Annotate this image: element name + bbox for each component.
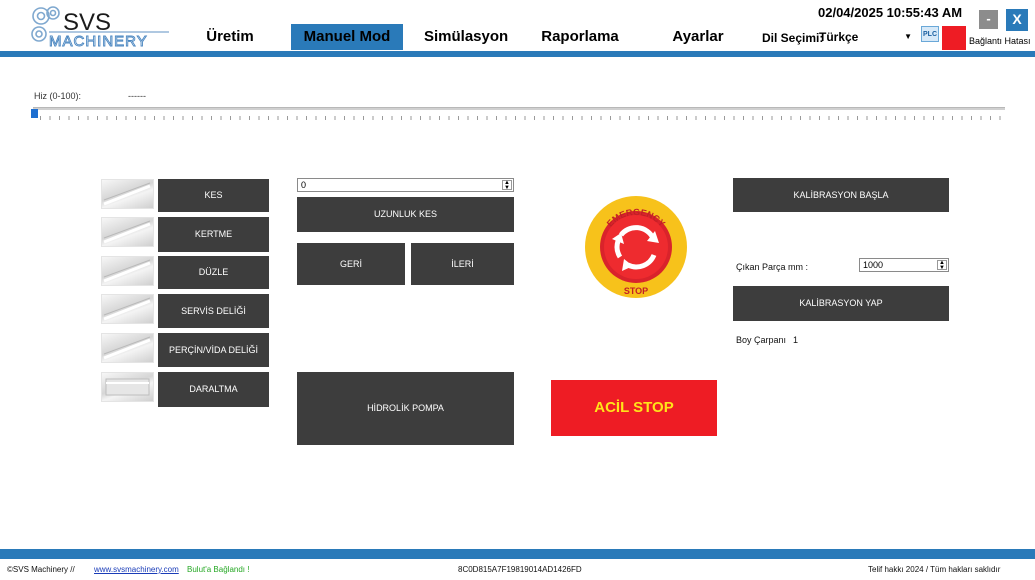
profile-icon xyxy=(101,333,154,363)
daraltma-button[interactable]: DARALTMA xyxy=(158,372,269,407)
profile-icon xyxy=(101,256,154,286)
profile-icon xyxy=(101,294,154,324)
tab-simulasyon[interactable]: Simülasyon xyxy=(424,24,508,50)
footer-company: ©SVS Machinery // xyxy=(7,565,75,574)
profile-icon xyxy=(101,372,154,402)
device-id: 8C0D815A7F19819014AD1426FD xyxy=(458,565,582,574)
tab-uretim[interactable]: Üretim xyxy=(205,24,255,50)
part-length-input[interactable]: 1000 ▲ ▼ xyxy=(859,258,949,272)
tab-raporlama[interactable]: Raporlama xyxy=(540,24,620,50)
speed-label: Hiz (0-100): xyxy=(34,91,82,101)
spinner-icon[interactable]: ▲ ▼ xyxy=(502,180,512,191)
hidrolik-pompa-button[interactable]: HİDROLİK POMPA xyxy=(297,372,514,445)
language-value: Türkçe xyxy=(819,30,859,44)
geri-button[interactable]: GERİ xyxy=(297,243,405,285)
minimize-button[interactable]: - xyxy=(979,10,998,29)
chevron-down-icon: ▼ xyxy=(904,32,912,41)
spinner-icon[interactable]: ▲ ▼ xyxy=(937,260,947,271)
cloud-status: Bulut'a Bağlandı ! xyxy=(187,565,250,574)
speed-slider-ticks xyxy=(40,116,1004,120)
emergency-stop-icon: EMERGENCY STOP xyxy=(582,195,690,299)
close-button[interactable]: X xyxy=(1006,9,1028,31)
profile-icon xyxy=(101,179,154,209)
percin-vida-deligi-button[interactable]: PERÇİN/VİDA DELİĞİ xyxy=(158,333,269,367)
multiplier-value: 1 xyxy=(793,335,799,345)
datetime-display: 02/04/2025 10:55:43 AM xyxy=(818,5,963,20)
part-length-label: Çıkan Parça mm : xyxy=(736,262,809,272)
speed-slider-track[interactable] xyxy=(33,107,1005,110)
language-select[interactable]: Türkçe ▼ xyxy=(816,28,916,46)
logo-text-bottom: MACHINERY xyxy=(49,33,148,48)
speed-value: ------ xyxy=(128,91,146,101)
plc-icon: PLC xyxy=(921,26,939,42)
speed-slider-thumb[interactable] xyxy=(31,109,38,118)
stop-icon-text: STOP xyxy=(624,286,648,296)
profile-icon xyxy=(101,217,154,247)
length-value: 0 xyxy=(301,180,307,190)
connection-status-indicator xyxy=(942,26,966,50)
ileri-button[interactable]: İLERİ xyxy=(411,243,514,285)
footer-divider xyxy=(0,549,1035,559)
connection-status-text: Bağlantı Hatası xyxy=(969,36,1031,46)
part-length-value: 1000 xyxy=(863,260,884,270)
footer-copyright: Telif hakkı 2024 / Tüm hakları saklıdır xyxy=(868,565,1001,574)
tab-ayarlar[interactable]: Ayarlar xyxy=(672,24,724,50)
acil-stop-button[interactable]: ACİL STOP xyxy=(551,380,717,436)
language-label: Dil Seçimi: xyxy=(762,31,824,45)
length-input[interactable]: 0 ▲ ▼ xyxy=(297,178,514,192)
uzunluk-kes-button[interactable]: UZUNLUK KES xyxy=(297,197,514,232)
kertme-button[interactable]: KERTME xyxy=(158,217,269,252)
servis-deligi-button[interactable]: SERVİS DELİĞİ xyxy=(158,294,269,328)
multiplier-label: Boy Çarpanı xyxy=(736,335,787,345)
duzle-button[interactable]: DÜZLE xyxy=(158,256,269,289)
footer-website-link[interactable]: www.svsmachinery.com xyxy=(94,565,179,574)
svs-machinery-logo: SVS MACHINERY xyxy=(27,4,177,48)
kalibrasyon-yap-button[interactable]: KALİBRASYON YAP xyxy=(733,286,949,321)
kalibrasyon-basla-button[interactable]: KALİBRASYON BAŞLA xyxy=(733,178,949,212)
tab-manuel-mod[interactable]: Manuel Mod xyxy=(291,24,403,50)
kes-button[interactable]: KES xyxy=(158,179,269,212)
header-divider xyxy=(0,51,1035,57)
